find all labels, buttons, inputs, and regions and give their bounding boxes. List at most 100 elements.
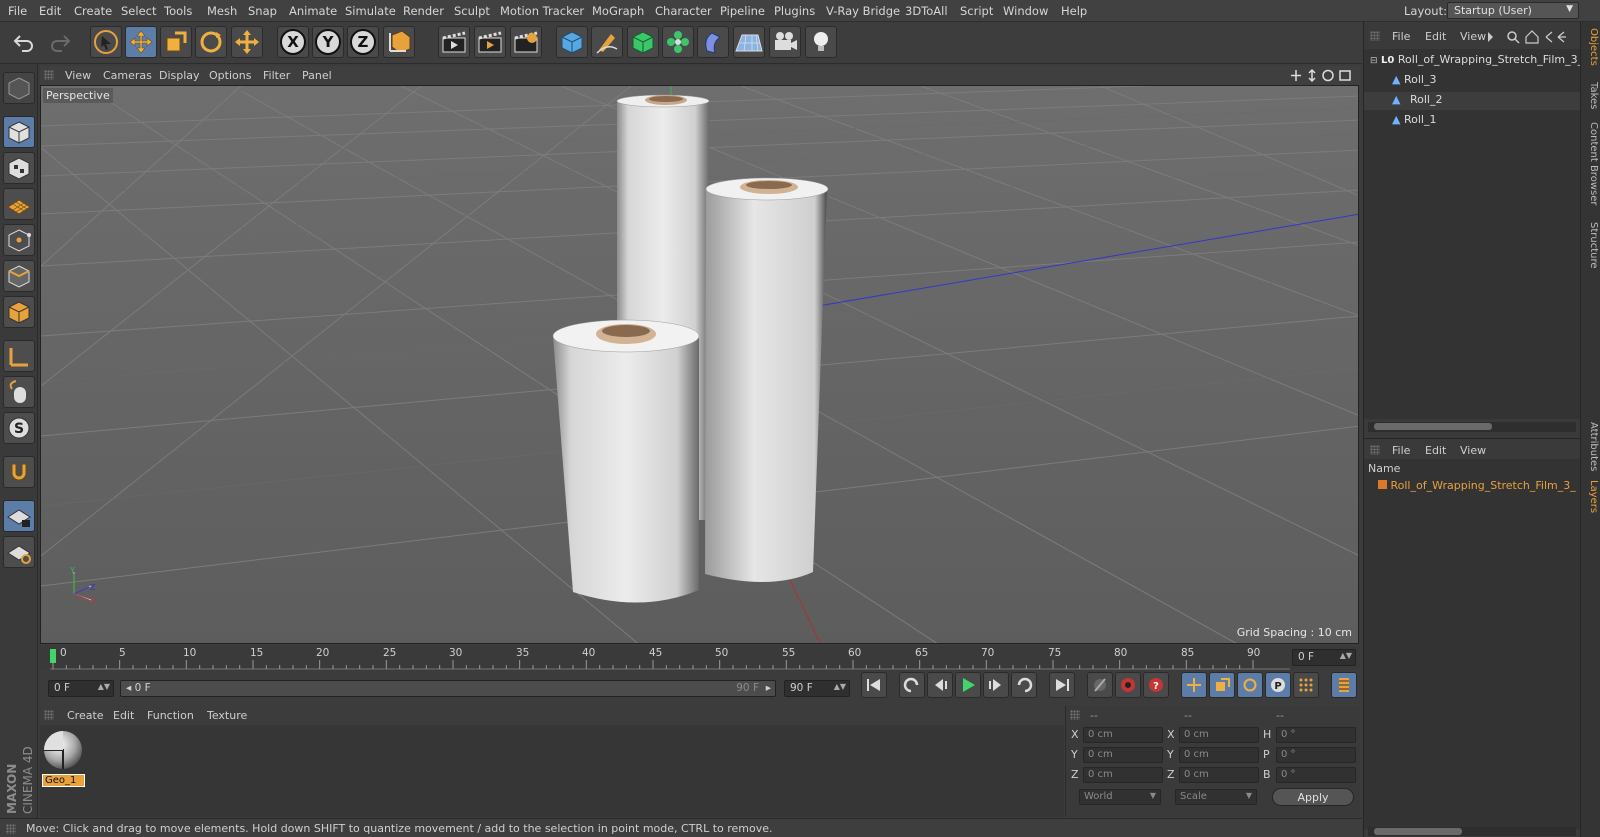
object-root-row[interactable]: ⊟ L0 Roll_of_Wrapping_Stretch_Film_3_L bbox=[1370, 53, 1589, 66]
layers-menu-view[interactable]: View bbox=[1460, 444, 1486, 457]
objects-horizontal-scrollbar[interactable] bbox=[1368, 422, 1576, 432]
rotate-tool-button[interactable] bbox=[195, 26, 227, 58]
rotation-p-field[interactable]: 0 ° bbox=[1276, 747, 1356, 763]
timeline-window-button[interactable] bbox=[1331, 672, 1357, 698]
size-z-field[interactable]: 0 cm bbox=[1179, 767, 1259, 783]
make-editable-button[interactable] bbox=[3, 72, 35, 104]
texture-mode-button[interactable] bbox=[3, 152, 35, 184]
magnet-button[interactable] bbox=[3, 456, 35, 488]
panel-grip-icon[interactable] bbox=[1370, 445, 1380, 455]
collapse-icon[interactable]: ⊟ bbox=[1370, 56, 1378, 66]
previous-keyframe-button[interactable] bbox=[899, 672, 925, 698]
position-z-field[interactable]: 0 cm bbox=[1083, 767, 1163, 783]
tab-attributes[interactable]: Attributes bbox=[1583, 422, 1599, 471]
y-axis-lock-button[interactable]: Y bbox=[312, 26, 344, 58]
object-row-roll2[interactable]: ▲ Roll_2 bbox=[1364, 92, 1581, 110]
material-menu-create[interactable]: Create bbox=[67, 709, 104, 722]
polygons-mode-button[interactable] bbox=[3, 296, 35, 328]
render-picture-viewer-button[interactable] bbox=[474, 26, 506, 58]
menu-3dtoall[interactable]: 3DToAll bbox=[905, 4, 948, 18]
layers-menu-file[interactable]: File bbox=[1392, 444, 1410, 457]
panel-grip-icon[interactable] bbox=[1070, 710, 1080, 720]
start-frame-field[interactable]: 0 F ▲▼ bbox=[48, 680, 114, 697]
render-view-button[interactable] bbox=[438, 26, 470, 58]
go-to-end-button[interactable] bbox=[1049, 672, 1075, 698]
live-selection-button[interactable] bbox=[90, 26, 122, 58]
material-name-label[interactable]: Geo_1 bbox=[42, 774, 85, 787]
next-frame-button[interactable] bbox=[983, 672, 1009, 698]
current-frame-field[interactable]: 0 F ▲▼ bbox=[1292, 649, 1356, 666]
menu-file[interactable]: File bbox=[8, 4, 27, 18]
size-y-field[interactable]: 0 cm bbox=[1179, 747, 1259, 763]
edges-mode-button[interactable] bbox=[3, 260, 35, 292]
layers-horizontal-scrollbar[interactable] bbox=[1368, 827, 1576, 836]
menu-create[interactable]: Create bbox=[74, 4, 112, 18]
menu-edit[interactable]: Edit bbox=[39, 4, 61, 18]
menu-simulate[interactable]: Simulate bbox=[345, 4, 396, 18]
planar-workplane-button[interactable] bbox=[3, 536, 35, 568]
key-pla-button[interactable] bbox=[1293, 672, 1319, 698]
axis-mode-button[interactable] bbox=[3, 340, 35, 372]
deformer-button[interactable] bbox=[697, 26, 729, 58]
viewport-menu-cameras[interactable]: Cameras bbox=[103, 69, 152, 82]
menu-window[interactable]: Window bbox=[1003, 4, 1048, 18]
redo-button[interactable] bbox=[44, 26, 76, 58]
key-position-button[interactable] bbox=[1181, 672, 1207, 698]
rotation-h-field[interactable]: 0 ° bbox=[1276, 727, 1356, 743]
mograph-cloner-button[interactable] bbox=[662, 26, 694, 58]
points-mode-button[interactable] bbox=[3, 224, 35, 256]
menu-animate[interactable]: Animate bbox=[289, 4, 337, 18]
menu-select[interactable]: Select bbox=[121, 4, 156, 18]
panel-grip-icon[interactable] bbox=[1370, 31, 1380, 41]
menu-character[interactable]: Character bbox=[655, 4, 712, 18]
material-swatch-geo1[interactable]: Geo_1 bbox=[42, 730, 85, 790]
position-x-field[interactable]: 0 cm bbox=[1083, 727, 1163, 743]
lock-workplane-button[interactable] bbox=[3, 500, 35, 532]
workplane-mode-button[interactable] bbox=[3, 188, 35, 220]
material-menu-edit[interactable]: Edit bbox=[113, 709, 134, 722]
menu-render[interactable]: Render bbox=[403, 4, 444, 18]
menu-mesh[interactable]: Mesh bbox=[207, 4, 237, 18]
size-mode-dropdown[interactable]: Scale ▼ bbox=[1175, 789, 1257, 805]
model-mode-button[interactable] bbox=[3, 116, 35, 148]
panel-grip-icon[interactable] bbox=[44, 710, 54, 720]
objects-menu-edit[interactable]: Edit bbox=[1425, 30, 1446, 43]
play-button[interactable] bbox=[955, 672, 981, 698]
autokey-button[interactable] bbox=[1115, 672, 1141, 698]
layout-dropdown[interactable]: Startup (User) ▼ bbox=[1447, 2, 1579, 19]
previous-frame-button[interactable] bbox=[927, 672, 953, 698]
scrollbar-thumb[interactable] bbox=[1374, 828, 1462, 835]
key-parameter-button[interactable]: P bbox=[1265, 672, 1291, 698]
material-menu-function[interactable]: Function bbox=[147, 709, 194, 722]
object-row-roll3[interactable]: ▲ Roll_3 bbox=[1392, 73, 1436, 86]
menu-help[interactable]: Help bbox=[1061, 4, 1087, 18]
menu-snap[interactable]: Snap bbox=[248, 4, 277, 18]
tab-structure[interactable]: Structure bbox=[1583, 222, 1599, 269]
keyframe-selection-button[interactable]: ? bbox=[1143, 672, 1169, 698]
menu-mograph[interactable]: MoGraph bbox=[592, 4, 644, 18]
menu-motion-tracker[interactable]: Motion Tracker bbox=[500, 4, 584, 18]
camera-button[interactable] bbox=[769, 26, 801, 58]
scale-tool-button[interactable] bbox=[160, 26, 192, 58]
objects-menu-view[interactable]: View bbox=[1460, 30, 1486, 43]
coordinate-mode-dropdown[interactable]: World ▼ bbox=[1079, 789, 1161, 805]
end-frame-field[interactable]: 90 F ▲▼ bbox=[784, 680, 850, 697]
menu-tools[interactable]: Tools bbox=[164, 4, 192, 18]
tab-objects[interactable]: Objects bbox=[1583, 28, 1599, 66]
tab-layers[interactable]: Layers bbox=[1583, 480, 1599, 513]
light-button[interactable] bbox=[805, 26, 837, 58]
next-keyframe-button[interactable] bbox=[1011, 672, 1037, 698]
coordinate-system-button[interactable] bbox=[383, 26, 415, 58]
layer-color-swatch[interactable] bbox=[1378, 480, 1387, 489]
menu-pipeline[interactable]: Pipeline bbox=[720, 4, 765, 18]
viewport-menu-filter[interactable]: Filter bbox=[263, 69, 290, 82]
panel-grip-icon[interactable] bbox=[44, 70, 54, 80]
viewport-menu-view[interactable]: View bbox=[65, 69, 91, 82]
menu-sculpt[interactable]: Sculpt bbox=[454, 4, 490, 18]
snap-mode-button[interactable]: S bbox=[3, 412, 35, 444]
last-tool-button[interactable] bbox=[231, 26, 263, 58]
tweak-mode-button[interactable] bbox=[3, 376, 35, 408]
3d-viewport[interactable]: Y Z X Perspective Grid Spacing : 10 cm bbox=[40, 85, 1359, 644]
frame-range-slider[interactable]: ◂ 0 F 90 F ▸ bbox=[120, 680, 776, 697]
object-row-roll1[interactable]: ▲ Roll_1 bbox=[1392, 113, 1436, 126]
